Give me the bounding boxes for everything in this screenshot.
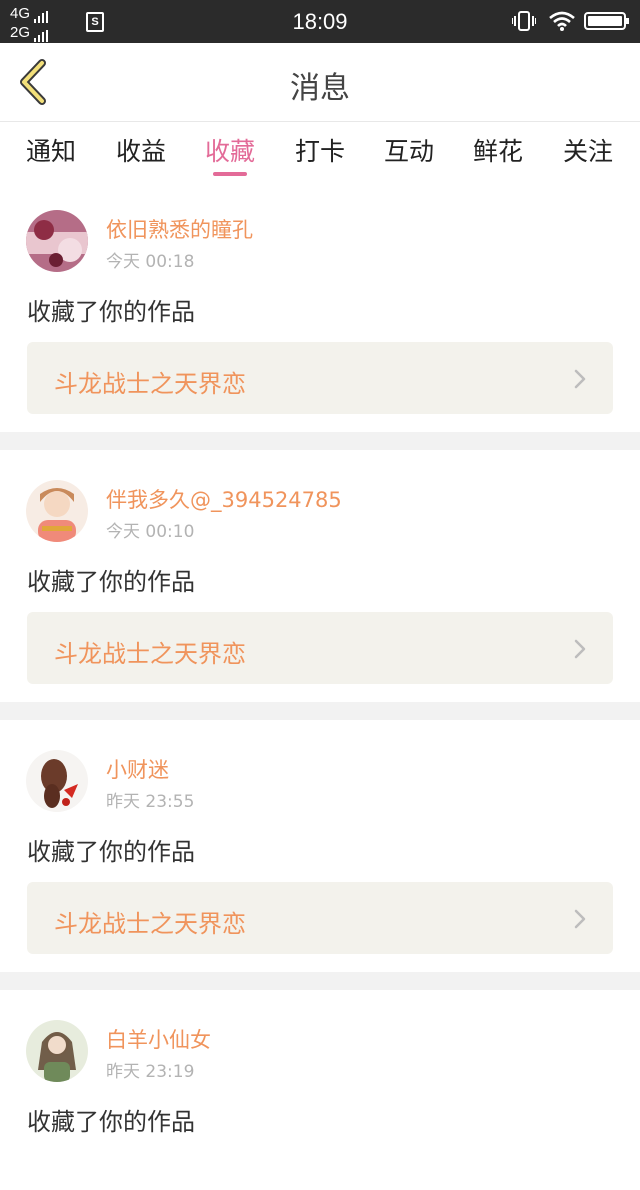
notification-card: 白羊小仙女 昨天 23:19 收藏了你的作品	[0, 990, 640, 1190]
timestamp: 昨天 23:19	[106, 1062, 195, 1082]
notification-list: 依旧熟悉的瞳孔 今天 00:18 收藏了你的作品 斗龙战士之天界恋 伴我多久@_…	[0, 180, 640, 1190]
notification-card: 伴我多久@_394524785 今天 00:10 收藏了你的作品 斗龙战士之天界…	[0, 450, 640, 720]
username[interactable]: 依旧熟悉的瞳孔	[106, 214, 253, 244]
header-bar: 消息	[0, 43, 640, 122]
status-bar: 4G 2G S 18:09	[0, 0, 640, 43]
tab-follow[interactable]: 关注	[553, 132, 623, 168]
tab-favorites[interactable]: 收藏	[195, 132, 265, 168]
username[interactable]: 白羊小仙女	[106, 1024, 211, 1054]
notification-card: 小财迷 昨天 23:55 收藏了你的作品 斗龙战士之天界恋	[0, 720, 640, 990]
timestamp: 昨天 23:55	[106, 792, 195, 812]
battery-icon	[584, 12, 629, 30]
tab-earnings[interactable]: 收益	[106, 132, 176, 168]
avatar[interactable]	[26, 750, 88, 812]
chevron-right-icon	[574, 639, 586, 659]
work-link[interactable]: 斗龙战士之天界恋	[27, 882, 613, 954]
work-title: 斗龙战士之天界恋	[54, 640, 246, 668]
status-time: 18:09	[292, 9, 348, 34]
tab-flowers[interactable]: 鲜花	[463, 132, 533, 168]
avatar[interactable]	[26, 1020, 88, 1082]
tab-notice[interactable]: 通知	[16, 132, 86, 168]
page-title: 消息	[290, 71, 350, 106]
timestamp: 今天 00:18	[106, 252, 195, 272]
notification-card: 依旧熟悉的瞳孔 今天 00:18 收藏了你的作品 斗龙战士之天界恋	[0, 180, 640, 450]
action-text: 收藏了你的作品	[27, 838, 195, 866]
tab-interaction[interactable]: 互动	[374, 132, 444, 168]
username[interactable]: 小财迷	[106, 754, 169, 784]
avatar[interactable]	[26, 210, 88, 272]
action-text: 收藏了你的作品	[27, 568, 195, 596]
tab-bar: 通知 收益 收藏 打卡 互动 鲜花 关注	[0, 122, 640, 180]
action-text: 收藏了你的作品	[27, 298, 195, 326]
wifi-icon	[549, 11, 575, 31]
vibrate-icon	[512, 11, 536, 31]
action-text: 收藏了你的作品	[27, 1108, 195, 1136]
username[interactable]: 伴我多久@_394524785	[106, 484, 342, 514]
active-tab-indicator	[213, 172, 247, 176]
work-link[interactable]: 斗龙战士之天界恋	[27, 342, 613, 414]
tab-checkin[interactable]: 打卡	[285, 132, 355, 168]
chevron-right-icon	[574, 909, 586, 929]
work-title: 斗龙战士之天界恋	[54, 370, 246, 398]
timestamp: 今天 00:10	[106, 522, 195, 542]
avatar[interactable]	[26, 480, 88, 542]
chevron-right-icon	[574, 369, 586, 389]
work-link[interactable]: 斗龙战士之天界恋	[27, 612, 613, 684]
work-title: 斗龙战士之天界恋	[54, 910, 246, 938]
